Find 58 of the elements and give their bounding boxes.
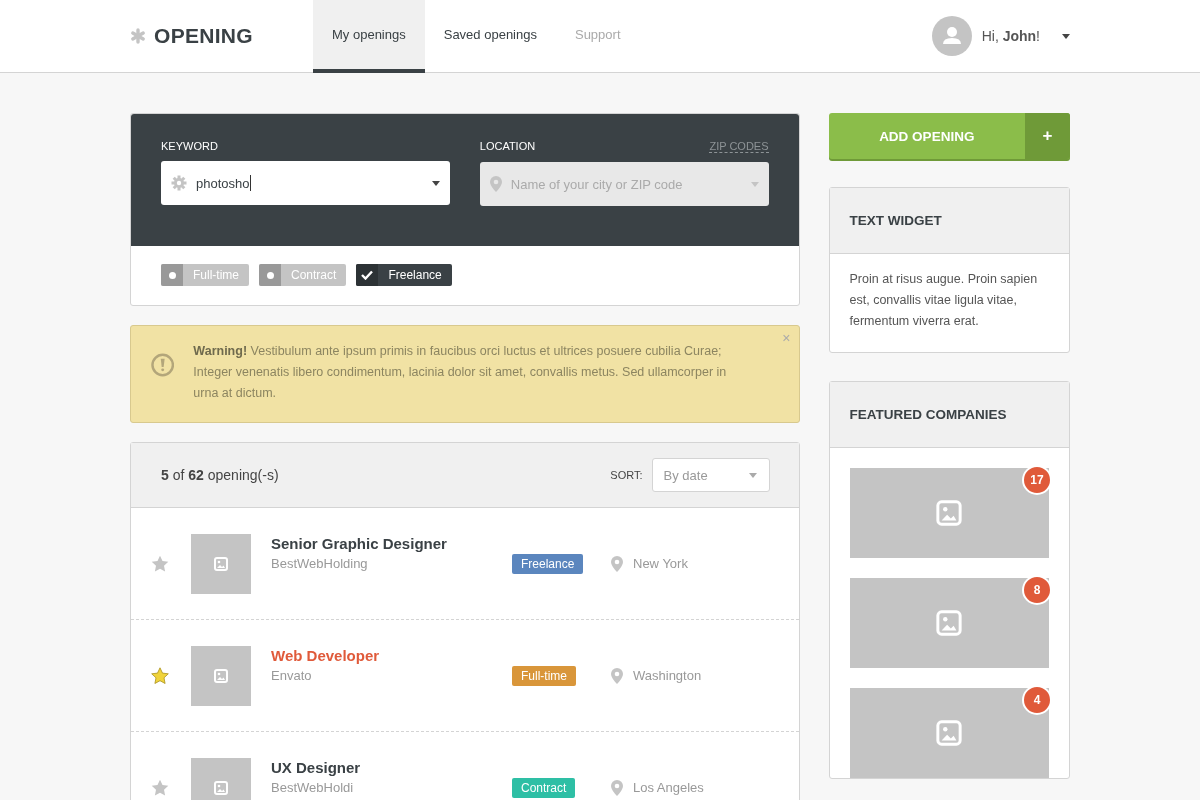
image-icon bbox=[214, 556, 228, 571]
count-badge: 17 bbox=[1022, 465, 1052, 495]
keyword-field[interactable]: photosho bbox=[161, 161, 450, 205]
caret-icon[interactable] bbox=[1062, 33, 1070, 39]
image-icon bbox=[936, 720, 963, 746]
warning-text: Warning! Vestibulum ante ipsum primis in faucibus orci luctus et ultrices posuere cubilia Curae; Integer venenatis libero condimentum, lacinia dolor sit amet, convallis metus. Sed ullamcorper in urna at dictum. bbox=[193, 343, 728, 402]
job-type-tag: Full-time bbox=[512, 665, 576, 686]
dropdown-caret-icon bbox=[750, 182, 759, 187]
count-badge: 8 bbox=[1022, 575, 1052, 605]
job-type-tag: Freelance bbox=[512, 553, 584, 574]
map-pin-icon bbox=[611, 667, 623, 684]
job-location: Washington bbox=[633, 668, 702, 683]
nav-tab[interactable]: My openings bbox=[313, 0, 425, 73]
job-title-link[interactable]: UX Designer bbox=[271, 759, 512, 776]
keyword-value: photosho bbox=[196, 175, 250, 191]
dropdown-caret-icon bbox=[431, 180, 440, 186]
user-greeting: Hi, John! bbox=[981, 28, 1040, 44]
company-logo-placeholder[interactable]: 8 bbox=[849, 578, 1049, 668]
job-type-tag: Contract bbox=[512, 777, 576, 798]
image-icon bbox=[936, 500, 963, 526]
image-icon bbox=[214, 668, 228, 683]
field-label: KEYWORD bbox=[161, 140, 218, 152]
company-name: Envato bbox=[271, 668, 313, 683]
results-count: 5 of 62 opening(-s) bbox=[161, 467, 279, 483]
widget-text: Proin at risus augue. Proin sapien est, convallis vitae ligula vitae, fermentum viverra erat. bbox=[848, 271, 1039, 330]
sort-dropdown[interactable]: By date bbox=[651, 458, 770, 492]
job-title-link[interactable]: Senior Graphic Designer bbox=[271, 535, 512, 552]
widget-title: TEXT WIDGET bbox=[829, 188, 1069, 254]
dot-icon bbox=[168, 271, 176, 279]
company-logo-placeholder[interactable]: 4 bbox=[849, 688, 1049, 778]
filter-toggle[interactable]: Freelance bbox=[356, 264, 452, 286]
asterisk-icon bbox=[130, 28, 146, 44]
image-icon bbox=[214, 780, 228, 795]
job-location: Los Angeles bbox=[633, 780, 704, 795]
check-icon bbox=[361, 270, 374, 280]
star-icon[interactable] bbox=[151, 667, 169, 684]
gear-icon bbox=[171, 175, 187, 191]
map-pin-icon bbox=[611, 779, 623, 796]
logo-text: OPENING bbox=[154, 24, 253, 48]
star-icon[interactable] bbox=[151, 555, 169, 572]
sort-label: SORT: bbox=[610, 469, 643, 481]
dot-icon bbox=[266, 271, 274, 279]
count-badge: 4 bbox=[1022, 685, 1052, 715]
image-icon bbox=[936, 610, 963, 636]
company-logo-placeholder[interactable]: 17 bbox=[849, 468, 1049, 558]
map-pin-icon bbox=[489, 176, 502, 192]
caret-icon bbox=[748, 472, 757, 478]
job-location: New York bbox=[633, 556, 688, 571]
field-label: LOCATION bbox=[479, 140, 536, 153]
star-icon[interactable] bbox=[151, 779, 169, 796]
add-opening-button[interactable]: ADD OPENING + bbox=[828, 113, 1070, 159]
widget-title: FEATURED COMPANIES bbox=[829, 382, 1069, 448]
avatar-icon bbox=[931, 16, 972, 56]
map-pin-icon bbox=[611, 555, 623, 572]
job-title-link[interactable]: Web Developer bbox=[271, 647, 512, 664]
company-name: BestWebHoldi bbox=[271, 780, 355, 795]
nav-tab[interactable]: Saved openings bbox=[424, 0, 556, 73]
company-name: BestWebHolding bbox=[271, 556, 369, 571]
